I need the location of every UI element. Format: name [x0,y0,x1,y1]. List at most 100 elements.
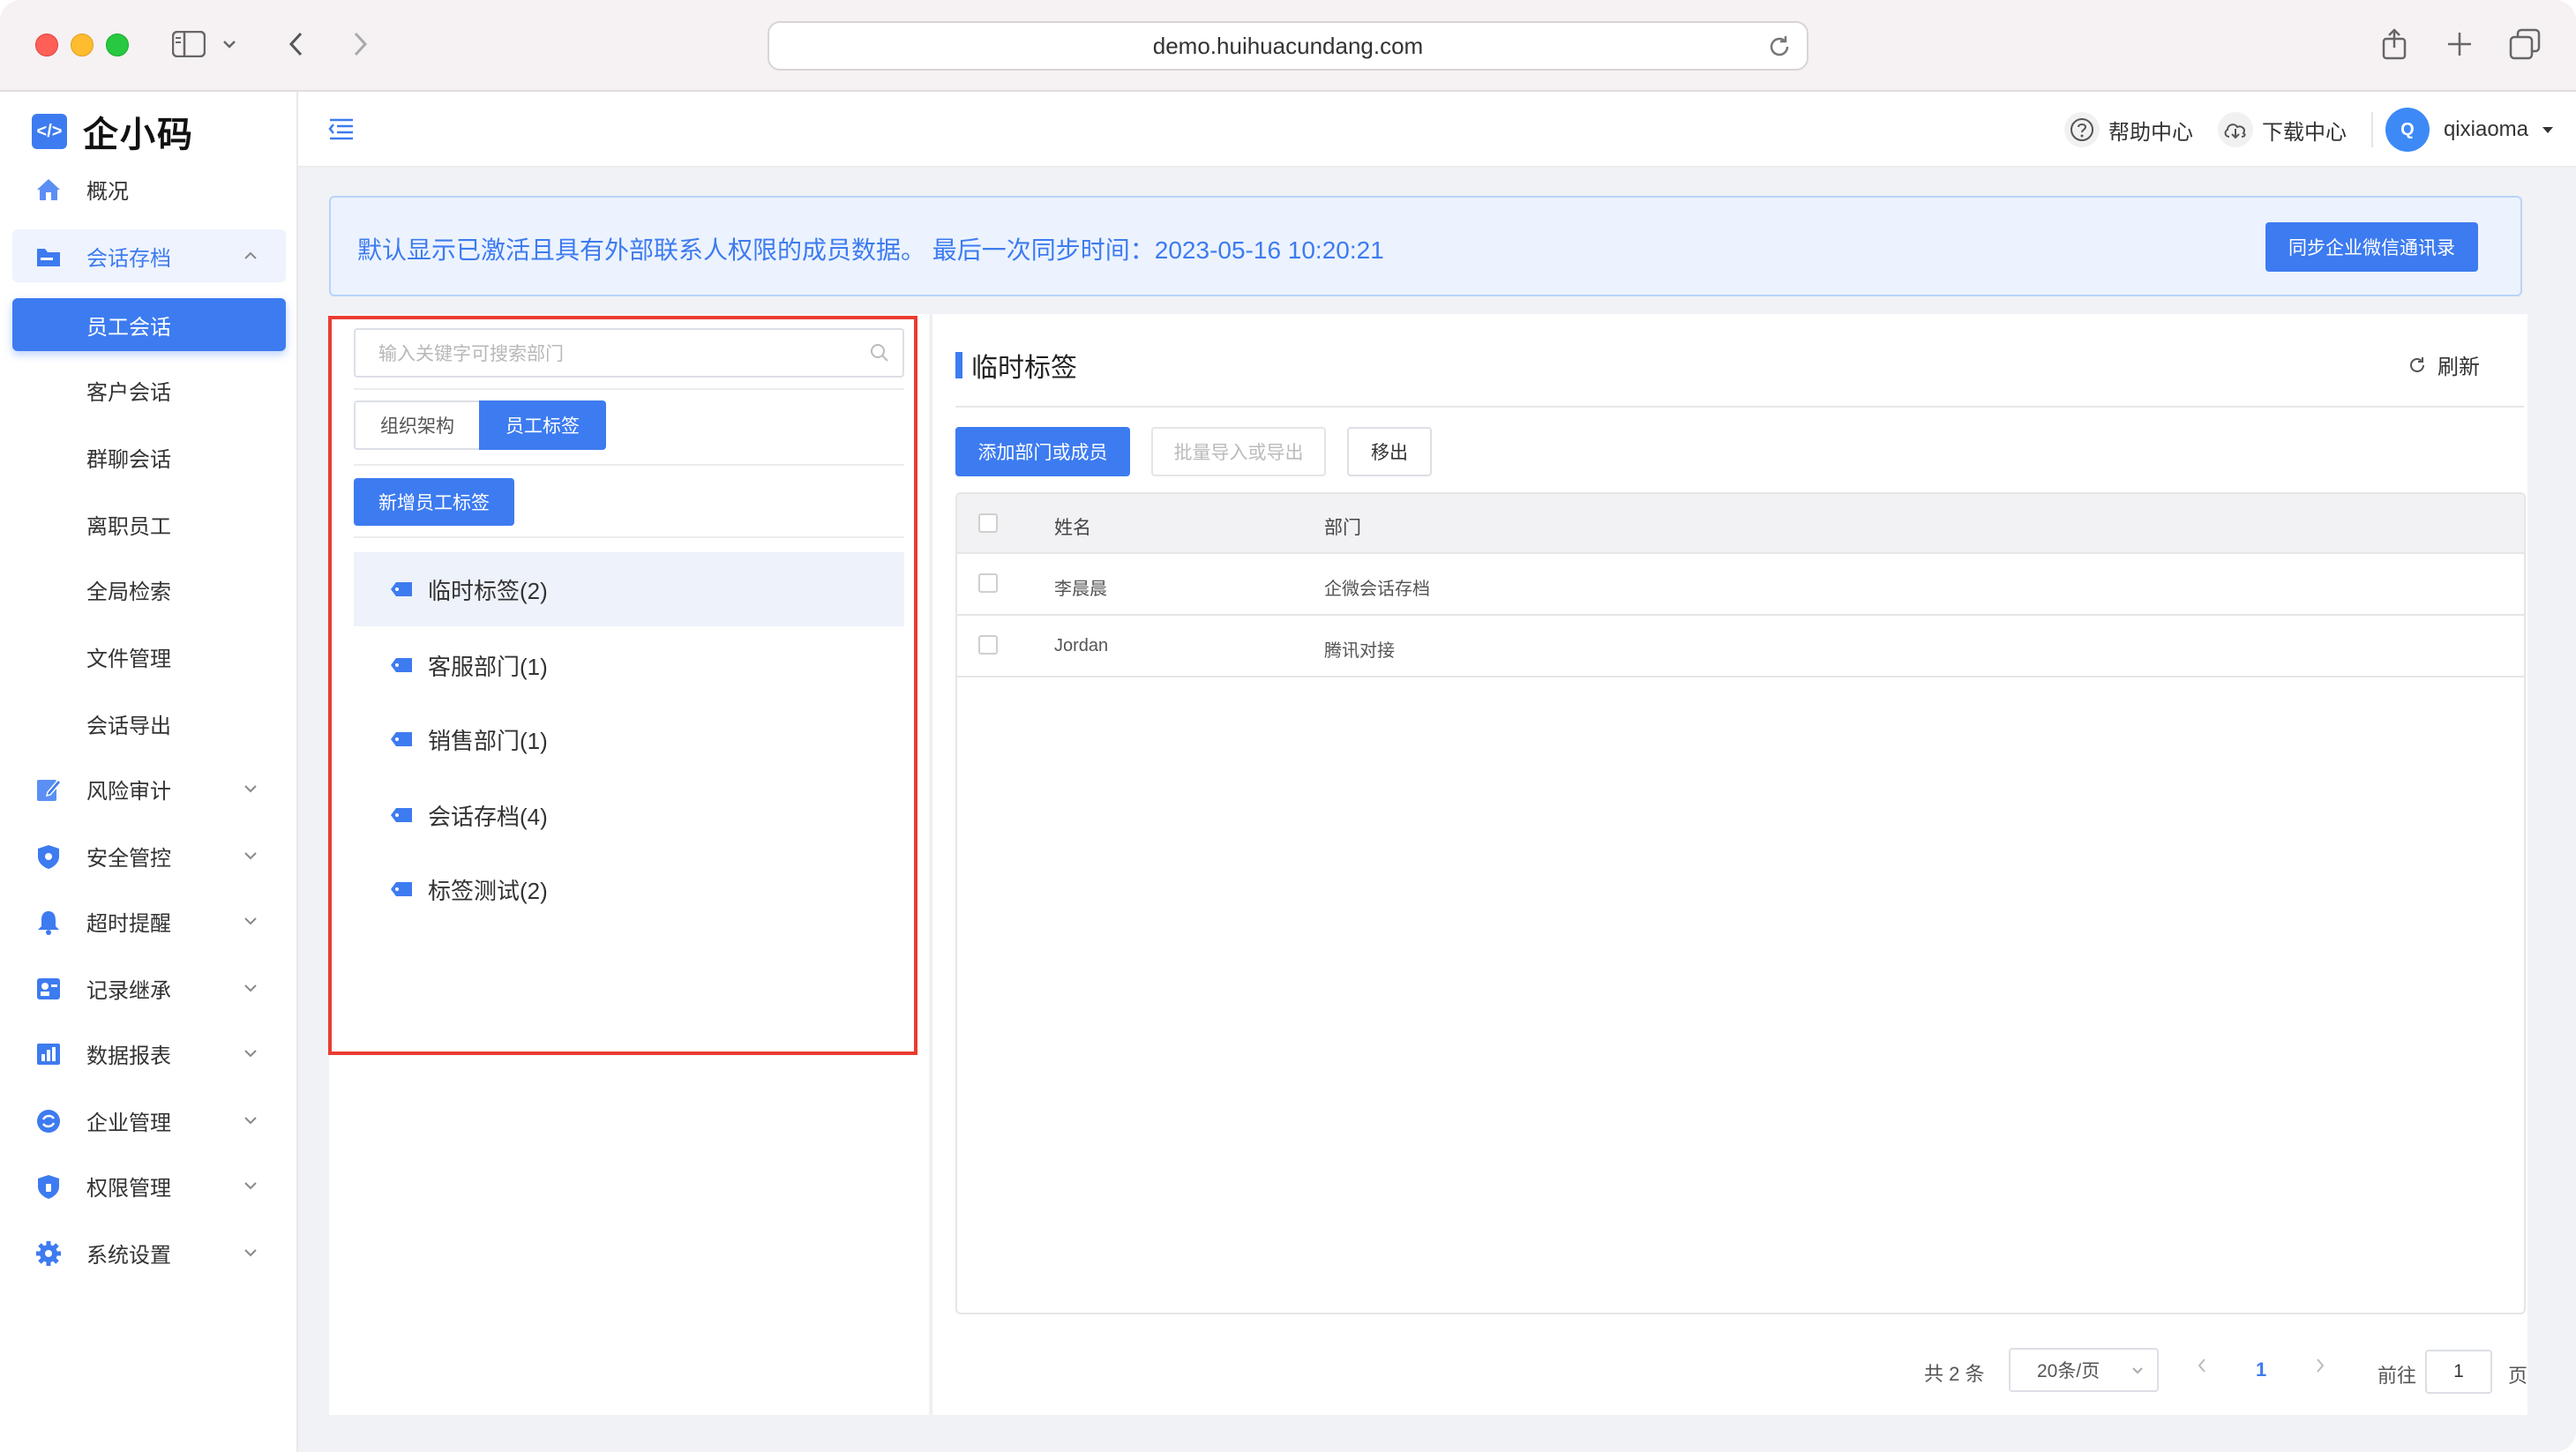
sidebar-item-permission-management[interactable]: 权限管理 [12,1159,286,1212]
department-search-input[interactable]: 输入关键字可搜索部门 [354,328,904,378]
download-center-link[interactable]: 下载中心 [2217,112,2347,147]
page-suffix: 页 [2508,1365,2528,1387]
bar-chart-icon [35,1041,62,1067]
goto-page-input[interactable]: 1 [2425,1350,2492,1394]
sidebar-item-label: 系统设置 [86,1243,171,1268]
notice-text: 默认显示已激活且具有外部联系人权限的成员数据。 最后一次同步时间：2023-05… [357,236,1384,264]
logo-text: 企小码 [83,116,194,154]
prev-page-button[interactable] [2196,1357,2208,1380]
zoom-window-button[interactable] [106,34,129,56]
sidebar-item-label: 全局检索 [86,580,171,604]
close-window-button[interactable] [35,34,58,56]
add-employee-tag-button[interactable]: 新增员工标签 [354,478,514,526]
total-count: 共 2 条 [1924,1363,1985,1385]
sidebar-item-timeout-reminder[interactable]: 超时提醒 [12,894,286,947]
share-icon[interactable] [2375,25,2414,64]
row-checkbox[interactable] [978,573,998,593]
chevron-down-icon [244,1050,257,1058]
user-menu[interactable]: Q qixiaoma [2385,108,2555,152]
chevron-down-icon [2132,1367,2143,1374]
cell-dept: 企微会话存档 [1324,580,1430,599]
sidebar-item-departed-employees[interactable]: 离职员工 [12,498,286,550]
username: qixiaoma [2443,117,2528,141]
logo-icon: </> [32,114,67,149]
page-size-select[interactable]: 20条/页 [2009,1348,2159,1392]
forward-icon[interactable] [341,25,379,64]
address-bar[interactable]: demo.huihuacundang.com [768,21,1808,71]
cell-name: 李晨晨 [1054,580,1107,599]
help-center-label: 帮助中心 [2108,120,2193,145]
tag-label: 临时标签(2) [428,577,548,604]
next-page-button[interactable] [2314,1357,2326,1380]
sidebar-item-label: 会话导出 [86,714,171,738]
batch-import-export-button[interactable]: 批量导入或导出 [1151,427,1326,476]
new-tab-icon[interactable] [2440,25,2479,64]
sidebar-item-system-settings[interactable]: 系统设置 [12,1226,286,1279]
goto-label: 前往 [2378,1365,2417,1387]
sidebar-item-session-archive[interactable]: 会话存档 [12,229,286,282]
sidebar-item-customer-sessions[interactable]: 客户会话 [12,363,286,416]
sidebar-item-data-reports[interactable]: 数据报表 [12,1027,286,1080]
chevron-right-icon [2317,1358,2325,1373]
minimize-window-button[interactable] [71,34,94,56]
reload-icon[interactable] [1766,34,1793,60]
refresh-button[interactable]: 刷新 [2408,349,2480,380]
table-row: 李晨晨 企微会话存档 [957,554,2524,616]
column-header-name: 姓名 [1054,518,1091,538]
url-text: demo.huihuacundang.com [1152,32,1424,59]
tag-label: 客服部门(1) [428,653,548,680]
sidebar-item-risk-audit[interactable]: 风险审计 [12,762,286,815]
sidebar-item-label: 安全管控 [86,846,171,871]
help-icon [2063,112,2100,147]
sidebar-item-enterprise-management[interactable]: 企业管理 [12,1094,286,1147]
sidebar-item-label: 客户会话 [86,380,171,405]
download-center-label: 下载中心 [2261,120,2347,145]
sidebar-item-security-control[interactable]: 安全管控 [12,829,286,882]
menu-collapse-icon[interactable] [326,113,358,145]
add-dept-or-member-button[interactable]: 添加部门或成员 [955,427,1130,476]
search-placeholder: 输入关键字可搜索部门 [378,344,564,364]
refresh-label: 刷新 [2437,356,2480,379]
gear-icon [35,1240,62,1267]
sidebar-item-label: 企业管理 [86,1111,171,1135]
tab-employee-tags[interactable]: 员工标签 [479,400,606,450]
sidebar-item-label: 权限管理 [86,1176,171,1201]
browser-toolbar: demo.huihuacundang.com [0,0,2576,92]
tag-label: 销售部门(1) [428,727,548,754]
sidebar-item-session-export[interactable]: 会话导出 [12,697,286,750]
caret-down-icon [2542,127,2553,133]
sidebar-item-group-chat[interactable]: 群聊会话 [12,430,286,483]
tag-item[interactable]: 临时标签(2) [354,552,904,626]
help-center-link[interactable]: 帮助中心 [2063,112,2193,147]
chevron-down-icon[interactable] [219,25,240,64]
tag-item[interactable]: 标签测试(2) [354,852,904,926]
sidebar-item-label: 数据报表 [86,1044,171,1068]
tab-overview-icon[interactable] [2505,25,2544,64]
folder-icon [35,243,62,270]
sidebar-item-overview[interactable]: 概况 [12,162,286,215]
tab-org-structure[interactable]: 组织架构 [354,400,479,450]
back-icon[interactable] [277,25,316,64]
sidebar-item-global-search[interactable]: 全局检索 [12,563,286,616]
current-page[interactable]: 1 [2256,1358,2266,1381]
sidebar-toggle-icon[interactable] [169,25,208,64]
tag-item[interactable]: 会话存档(4) [354,778,904,852]
sidebar-item-file-management[interactable]: 文件管理 [12,630,286,683]
tag-item[interactable]: 销售部门(1) [354,702,904,776]
tag-icon [391,582,412,596]
sidebar-item-label: 记录继承 [86,978,171,1003]
shield-icon [35,843,62,870]
chevron-down-icon [244,852,257,860]
sidebar-item-employee-sessions[interactable]: 员工会话 [12,298,286,351]
home-icon [35,176,62,203]
select-all-checkbox[interactable] [978,513,998,533]
chevron-down-icon [244,1182,257,1190]
sidebar-item-record-inheritance[interactable]: 记录继承 [12,962,286,1014]
remove-button[interactable]: 移出 [1347,427,1432,476]
row-checkbox[interactable] [978,635,998,655]
divider [354,388,904,390]
tag-item[interactable]: 客服部门(1) [354,628,904,702]
logo[interactable]: </> 企小码 [32,109,194,154]
sync-wecom-contacts-button[interactable]: 同步企业微信通讯录 [2265,222,2478,272]
tag-icon [391,882,412,896]
